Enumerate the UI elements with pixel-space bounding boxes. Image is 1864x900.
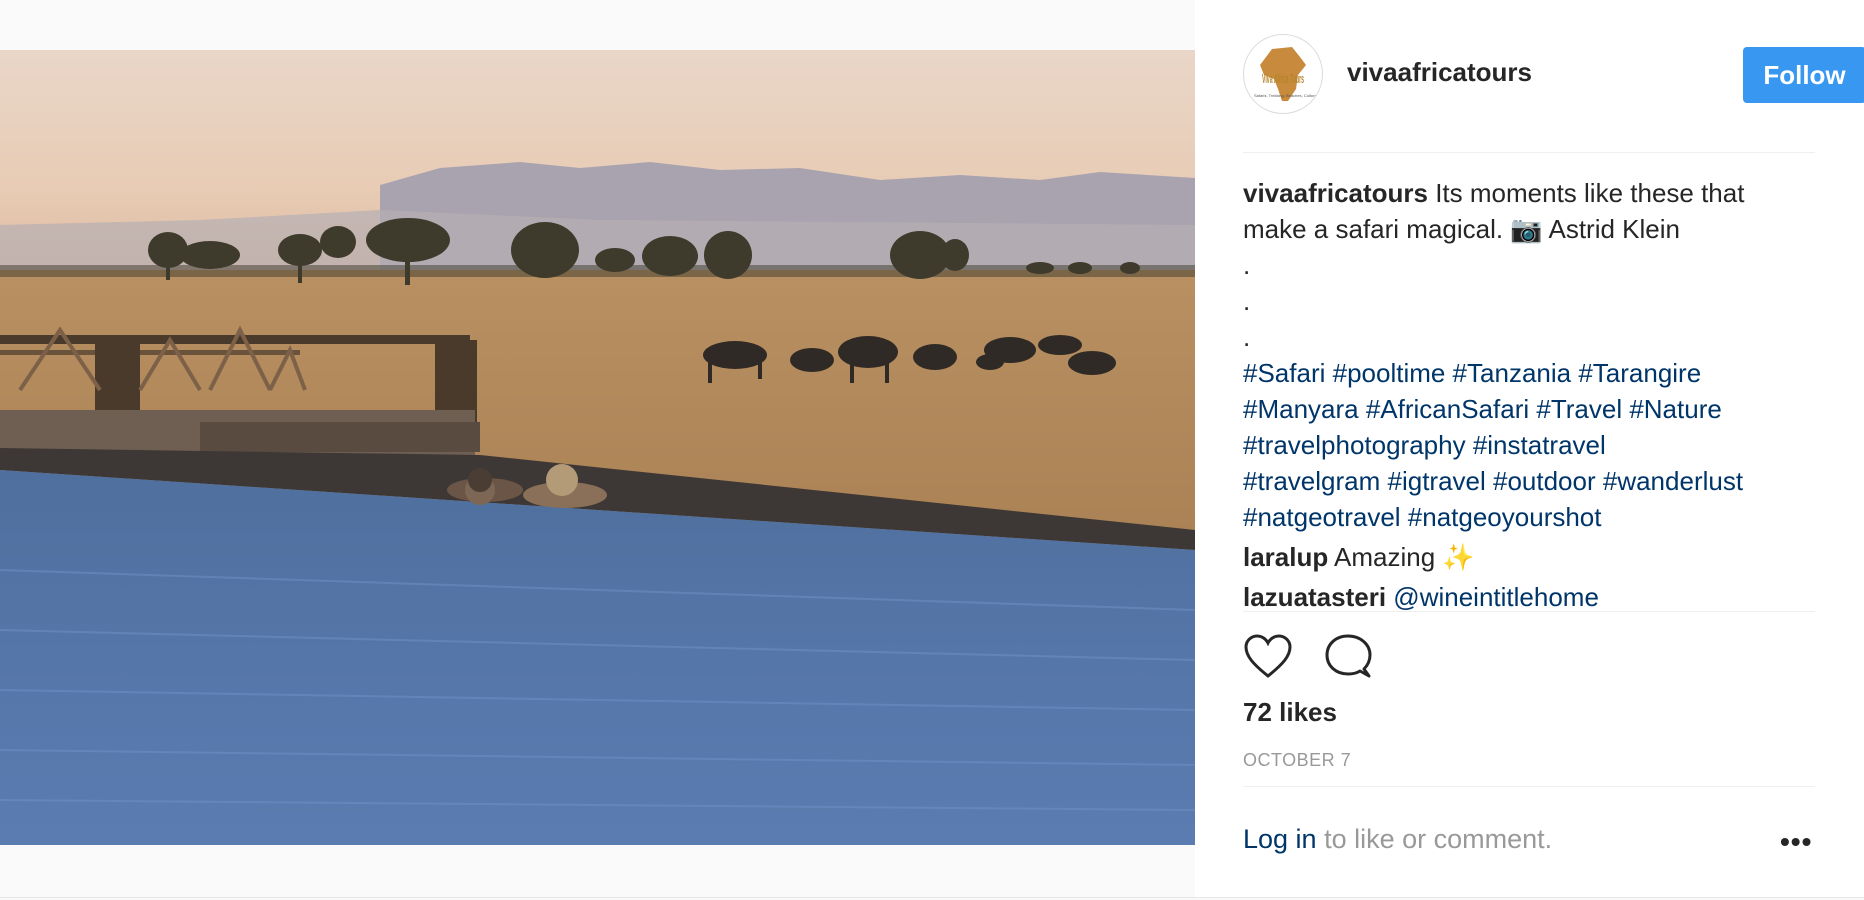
comment-text: Amazing ✨ — [1328, 542, 1475, 572]
action-icons — [1243, 632, 1443, 682]
avatar[interactable]: Viva Africa Tours Safaris, Trekking, Bea… — [1243, 34, 1323, 114]
logo-text: Viva Africa Tours — [1262, 71, 1304, 86]
hashtag-line[interactable]: #Manyara #AfricanSafari #Travel #Nature — [1243, 391, 1823, 427]
hashtag-line[interactable]: #natgeotravel #natgeoyourshot — [1243, 499, 1823, 535]
post-view: Viva Africa Tours Safaris, Trekking, Bea… — [0, 0, 1864, 898]
hashtag-line[interactable]: #travelgram #igtravel #outdoor #wanderlu… — [1243, 463, 1823, 499]
comment-icon[interactable] — [1323, 632, 1373, 682]
caption-dot: . — [1243, 250, 1251, 280]
username[interactable]: vivaafricatours — [1347, 57, 1532, 88]
bottom-border — [0, 897, 1864, 898]
comments-list: vivaafricatours Its moments like these t… — [1243, 175, 1823, 611]
login-link[interactable]: Log in — [1243, 824, 1317, 854]
post-header: Viva Africa Tours Safaris, Trekking, Bea… — [1243, 34, 1864, 114]
caption-username[interactable]: vivaafricatours — [1243, 178, 1428, 208]
comment-username[interactable]: lazuatasteri — [1243, 582, 1386, 611]
caption-dot: . — [1243, 286, 1251, 316]
login-prompt: Log in to like or comment. — [1243, 824, 1552, 855]
comment-item: laralup Amazing ✨ — [1243, 539, 1823, 575]
africa-logo-icon: Viva Africa Tours Safaris, Trekking, Bea… — [1254, 47, 1317, 101]
post-sidebar: Viva Africa Tours Safaris, Trekking, Bea… — [1195, 0, 1864, 898]
heart-icon[interactable] — [1243, 632, 1293, 682]
caption-text-line1: Its moments like these that — [1427, 178, 1745, 208]
comments-divider — [1243, 611, 1815, 612]
more-options-icon[interactable]: ••• — [1780, 828, 1820, 862]
login-prompt-text: to like or comment. — [1316, 824, 1553, 854]
safari-pool-photo — [0, 50, 1195, 845]
comment-item: lazuatasteri @wineintitlehome — [1243, 579, 1823, 611]
hashtag-line[interactable]: #travelphotography #instatravel — [1243, 427, 1823, 463]
hashtag-line[interactable]: #Safari #pooltime #Tanzania #Tarangire — [1243, 355, 1823, 391]
comment-username[interactable]: laralup — [1243, 542, 1328, 572]
post-photo[interactable] — [0, 50, 1195, 845]
likes-count[interactable]: 72 likes — [1243, 697, 1337, 728]
comment-mention[interactable]: @wineintitlehome — [1386, 582, 1599, 611]
post-date: OCTOBER 7 — [1243, 750, 1352, 770]
caption-dot: . — [1243, 322, 1251, 352]
logo-tagline: Safaris, Trekking, Beaches, Culture — [1254, 93, 1317, 98]
caption-text-line2: make a safari magical. 📷 Astrid Klein — [1243, 214, 1680, 244]
header-divider — [1243, 152, 1815, 153]
caption: vivaafricatours Its moments like these t… — [1243, 175, 1823, 535]
footer-divider — [1243, 786, 1815, 787]
follow-button[interactable]: Follow — [1743, 47, 1864, 103]
